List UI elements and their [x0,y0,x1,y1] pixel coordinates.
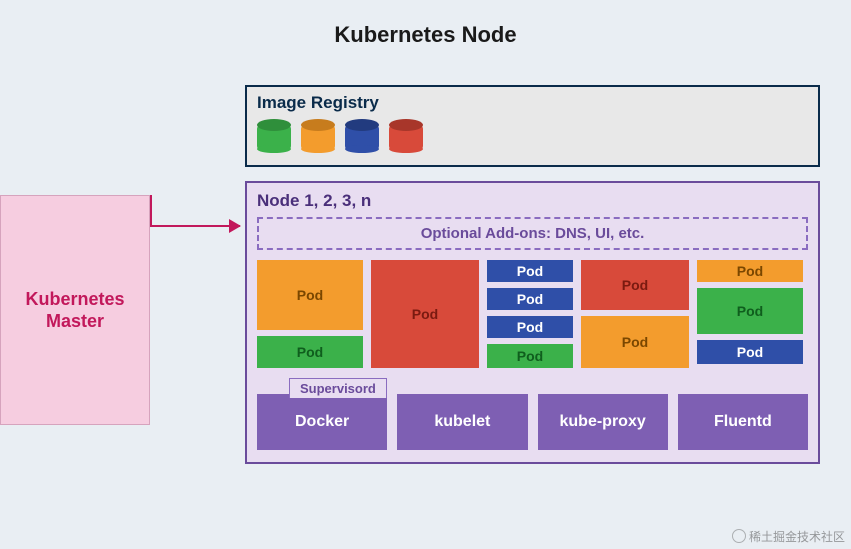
pods-grid: PodPod Pod PodPodPodPod PodPod PodPodPod [257,260,808,368]
pod-column: Pod Pod [581,260,689,368]
pod-box: Pod [257,336,363,368]
pod-column: Pod Pod Pod Pod [487,260,573,368]
arrow-master-to-node [150,225,240,227]
pod-box: Pod [487,260,573,282]
image-registry-cylinders [257,119,808,153]
service-box: Docker [257,394,387,450]
pod-box: Pod [697,288,803,334]
addons-box: Optional Add-ons: DNS, UI, etc. [257,217,808,250]
node-title: Node 1, 2, 3, n [257,191,808,211]
registry-image-icon [301,119,335,153]
pod-box: Pod [581,260,689,310]
pod-column: Pod Pod Pod [697,260,803,368]
pod-box: Pod [697,260,803,282]
supervisord-label: Supervisord [289,378,387,398]
pod-box: Pod [257,260,363,330]
supervisord-row: Supervisord Docker kubelet kube-proxy Fl… [257,380,808,450]
diagram-title: Kubernetes Node [0,0,851,62]
pod-box: Pod [487,288,573,310]
node-box: Node 1, 2, 3, n Optional Add-ons: DNS, U… [245,181,820,464]
image-registry-title: Image Registry [257,93,808,113]
watermark: 稀土掘金技术社区 [732,528,845,545]
image-registry-box: Image Registry [245,85,820,167]
pod-box: Pod [487,316,573,338]
pod-box: Pod [487,344,573,368]
pod-box: Pod [581,316,689,368]
service-box: Fluentd [678,394,808,450]
pod-column: Pod Pod [257,260,363,368]
kubernetes-master-box: Kubernetes Master [0,195,150,425]
pod-column: Pod [371,260,479,368]
pod-box: Pod [371,260,479,368]
registry-image-icon [257,119,291,153]
registry-image-icon [389,119,423,153]
registry-image-icon [345,119,379,153]
service-box: kubelet [397,394,527,450]
kubernetes-master-label: Kubernetes Master [1,288,149,333]
service-box: kube-proxy [538,394,668,450]
pod-box: Pod [697,340,803,364]
